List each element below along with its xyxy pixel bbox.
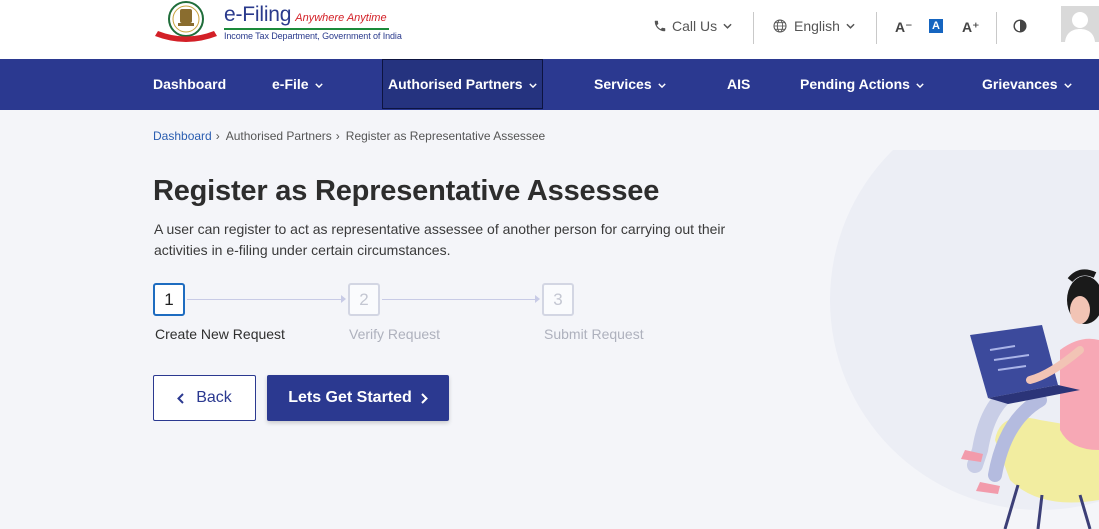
brand-tagline: Anywhere Anytime	[295, 12, 387, 24]
language-label: English	[794, 18, 840, 34]
nav-label: AIS	[727, 76, 751, 92]
chevron-down-icon	[723, 23, 732, 29]
breadcrumb: Dashboard › Authorised Partners › Regist…	[153, 129, 545, 143]
chevron-right-icon	[421, 392, 428, 404]
breadcrumb-item-dashboard[interactable]: Dashboard	[153, 129, 212, 143]
font-increase-button[interactable]: A⁺	[962, 19, 980, 36]
chevron-left-icon	[177, 392, 184, 404]
language-dropdown[interactable]: English	[772, 18, 861, 34]
step-3-label: Submit Request	[544, 326, 644, 342]
chevron-down-icon	[916, 83, 924, 88]
phone-icon	[654, 20, 666, 32]
chevron-down-icon	[657, 83, 666, 88]
call-us-label: Call Us	[672, 18, 718, 34]
nav-item-dashboard[interactable]: Dashboard	[153, 59, 226, 110]
chevron-down-icon	[846, 23, 855, 29]
chevron-down-icon	[528, 83, 537, 88]
call-us-dropdown[interactable]: Call Us	[653, 18, 737, 34]
breadcrumb-separator: ›	[335, 129, 340, 143]
breadcrumb-item-authorised-partners[interactable]: Authorised Partners	[226, 129, 332, 143]
step-2-indicator: 2	[348, 283, 380, 316]
user-avatar[interactable]	[1061, 6, 1099, 42]
nav-label: Dashboard	[153, 76, 227, 92]
national-emblem-icon	[152, 0, 220, 46]
brand-subtitle: Income Tax Department, Government of Ind…	[224, 31, 402, 41]
nav-label: Authorised Partners	[388, 76, 523, 92]
brand-divider	[224, 28, 389, 30]
start-button-label: Lets Get Started	[288, 389, 412, 406]
nav-label: Services	[594, 76, 652, 92]
top-header: e-Filing Anywhere Anytime Income Tax Dep…	[0, 0, 1099, 59]
nav-item-grievances[interactable]: Grievances	[982, 59, 1072, 110]
chevron-down-icon	[1063, 83, 1072, 88]
step-3-indicator: 3	[542, 283, 574, 316]
breadcrumb-separator: ›	[215, 129, 220, 143]
back-button[interactable]: Back	[153, 375, 256, 421]
person-with-laptop-illustration	[780, 90, 1099, 529]
nav-item-efile[interactable]: e-File	[272, 59, 323, 110]
back-button-label: Back	[196, 389, 232, 406]
page-title: Register as Representative Assessee	[153, 175, 660, 207]
step-arrow-icon	[341, 295, 346, 303]
lets-get-started-button[interactable]: Lets Get Started	[267, 375, 449, 421]
page-description: A user can register to act as representa…	[154, 221, 726, 258]
contrast-toggle[interactable]	[1013, 19, 1027, 38]
header-divider	[996, 12, 997, 44]
font-normal-button[interactable]: A	[929, 19, 943, 33]
nav-item-pending-actions[interactable]: Pending Actions	[800, 59, 924, 110]
contrast-icon	[1013, 19, 1027, 33]
step-2-label: Verify Request	[349, 326, 441, 342]
main-navigation: Dashboard e-File Authorised Partners Ser…	[0, 59, 1099, 110]
nav-item-ais[interactable]: AIS	[727, 59, 750, 110]
nav-label: Grievances	[982, 76, 1058, 92]
brand-name: e-Filing	[224, 3, 292, 26]
efiling-logo[interactable]: e-Filing Anywhere Anytime Income Tax Dep…	[152, 0, 402, 46]
header-divider	[753, 12, 754, 44]
header-divider	[876, 12, 877, 44]
step-1-label: Create New Request	[155, 326, 285, 342]
nav-label: Pending Actions	[800, 76, 910, 92]
nav-item-authorised-partners[interactable]: Authorised Partners	[388, 59, 537, 110]
breadcrumb-item-current: Register as Representative Assessee	[345, 129, 546, 143]
globe-icon	[773, 19, 787, 33]
step-1-indicator: 1	[153, 283, 185, 316]
nav-item-services[interactable]: Services	[594, 59, 666, 110]
font-decrease-button[interactable]: A⁻	[895, 19, 913, 36]
nav-label: e-File	[272, 76, 309, 92]
chevron-down-icon	[314, 83, 323, 88]
step-connector	[382, 299, 536, 300]
step-arrow-icon	[535, 295, 540, 303]
step-connector	[187, 299, 342, 300]
user-icon	[1065, 12, 1095, 42]
